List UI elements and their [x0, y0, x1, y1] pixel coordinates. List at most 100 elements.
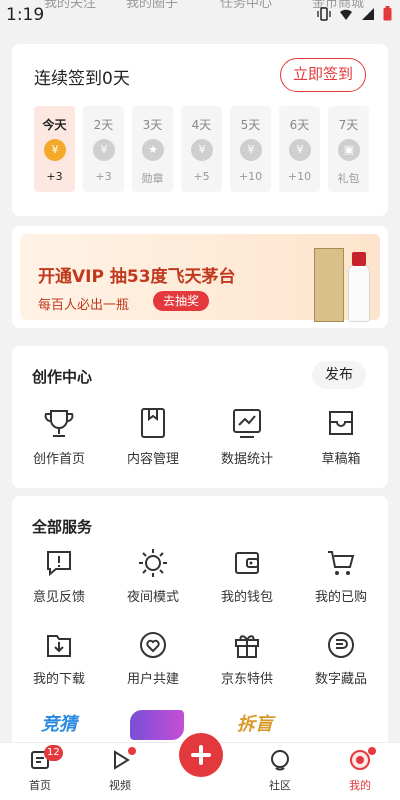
data-stats-item[interactable]: 数据统计	[200, 406, 294, 467]
tab-community[interactable]: 社区	[250, 749, 310, 793]
banner-cta-button[interactable]: 去抽奖	[153, 291, 210, 311]
day-label: 今天	[42, 118, 67, 132]
banner-title: 开通VIP 抽53度飞天茅台	[38, 267, 236, 287]
checkin-day-5[interactable]: 5天 ¥ +10	[230, 106, 271, 192]
downloads-item[interactable]: 我的下载	[12, 630, 106, 687]
day-reward: +10	[238, 170, 263, 183]
banner-background: 开通VIP 抽53度飞天茅台 每百人必出一瓶 去抽奖	[20, 234, 380, 322]
drafts-icon	[329, 411, 353, 435]
services-title: 全部服务	[32, 518, 93, 536]
wallet-icon	[235, 552, 259, 574]
top-tab-follow[interactable]: 我的关注	[44, 0, 96, 11]
publish-button[interactable]: 发布	[312, 361, 366, 389]
coin-icon: ¥	[240, 139, 262, 161]
tab-video[interactable]: 视频	[90, 747, 150, 793]
day-reward: 礼包	[337, 172, 360, 185]
chart-icon	[233, 409, 261, 438]
status-time: 1:19	[6, 5, 45, 25]
promo-car-image[interactable]	[130, 710, 184, 740]
jd-special-label: 京东特供	[220, 672, 273, 687]
day-label: 3天	[142, 118, 163, 132]
gift-box-icon	[235, 635, 259, 658]
checkin-day-2[interactable]: 2天 ¥ +3	[83, 106, 124, 192]
checkin-day-4[interactable]: 4天 ¥ +5	[181, 106, 222, 192]
promo-row: 竞猜 拆盲	[32, 710, 282, 740]
tab-me-label: 我的	[349, 779, 371, 792]
tab-home-label: 首页	[29, 779, 51, 792]
checkin-button[interactable]: 立即签到	[280, 58, 366, 92]
home-badge: 12	[44, 745, 63, 761]
collectibles-label: 数字藏品	[314, 672, 367, 687]
wallet-item[interactable]: 我的钱包	[200, 548, 294, 605]
feedback-icon	[47, 551, 71, 577]
top-tab-tasks[interactable]: 任务中心	[220, 0, 272, 11]
creator-center-card: 创作中心 发布 创作首页 内容管理 数据统计 草稿箱	[12, 346, 388, 488]
tab-community-label: 社区	[269, 779, 291, 792]
medal-icon: ★	[142, 139, 164, 161]
all-services-card: 全部服务 意见反馈 夜间模式 我的钱包 我的已购 我的下载 用户共建 京东特供 …	[12, 496, 388, 750]
download-icon	[47, 635, 71, 657]
collectibles-item[interactable]: 数字藏品	[294, 630, 388, 687]
tab-home[interactable]: 12 首页	[10, 745, 70, 793]
cart-icon	[328, 551, 355, 575]
night-mode-label: 夜间模式	[126, 590, 179, 605]
signal-icon	[362, 7, 374, 20]
data-stats-label: 数据统计	[220, 452, 273, 467]
checkin-days: 今天 ¥ +3 2天 ¥ +3 3天 ★ 勋章 4天 ¥ +5 5天 ¥ +10…	[34, 106, 369, 192]
banner-subtitle: 每百人必出一瓶	[38, 298, 130, 313]
community-icon	[271, 750, 289, 771]
creator-home-item[interactable]: 创作首页	[12, 406, 106, 467]
vip-banner[interactable]: 开通VIP 抽53度飞天茅台 每百人必出一瓶 去抽奖	[12, 226, 388, 328]
sun-icon	[139, 549, 167, 577]
day-reward: 勋章	[141, 172, 164, 185]
day-label: 6天	[289, 118, 310, 132]
checkin-title: 连续签到0天	[34, 69, 130, 89]
coin-icon: ¥	[44, 139, 66, 161]
bottom-tab-bar: 12 首页 视频 社区 我的	[0, 733, 400, 800]
coin-icon: ¥	[191, 139, 213, 161]
drafts-item[interactable]: 草稿箱	[294, 406, 388, 467]
bookmark-icon	[141, 408, 165, 438]
night-mode-item[interactable]: 夜间模式	[106, 548, 200, 605]
coin-icon: ¥	[289, 139, 311, 161]
day-reward: +3	[95, 170, 112, 183]
liquor-bottle-image	[348, 264, 370, 322]
day-reward: +10	[287, 170, 312, 183]
checkin-day-3[interactable]: 3天 ★ 勋章	[132, 106, 173, 192]
gift-icon: ▣	[338, 139, 360, 161]
checkin-day-6[interactable]: 6天 ¥ +10	[279, 106, 320, 192]
tab-me[interactable]: 我的	[330, 747, 390, 793]
battery-icon	[383, 6, 392, 21]
co-build-label: 用户共建	[126, 672, 179, 687]
jd-special-item[interactable]: 京东特供	[200, 630, 294, 687]
status-bar: 我的关注 我的圈子 任务中心 金币商城 1:19	[0, 0, 400, 32]
promo-quiz-logo[interactable]: 竞猜	[32, 710, 86, 740]
day-reward: +3	[46, 170, 63, 183]
promo-blindbox-logo[interactable]: 拆盲	[228, 710, 282, 740]
checkin-day-7[interactable]: 7天 ▣ 礼包	[328, 106, 369, 192]
vibrate-icon	[317, 6, 331, 21]
content-manage-item[interactable]: 内容管理	[106, 406, 200, 467]
feedback-item[interactable]: 意见反馈	[12, 548, 106, 605]
day-label: 4天	[191, 118, 212, 132]
status-icons	[317, 6, 392, 21]
co-build-item[interactable]: 用户共建	[106, 630, 200, 687]
create-plus-button[interactable]	[179, 733, 223, 777]
me-dot	[368, 747, 376, 755]
day-reward: +5	[193, 170, 210, 183]
top-tab-circle[interactable]: 我的圈子	[126, 0, 178, 11]
wallet-label: 我的钱包	[220, 590, 273, 605]
collectible-icon	[328, 632, 354, 658]
coin-icon: ¥	[93, 139, 115, 161]
checkin-day-1[interactable]: 今天 ¥ +3	[34, 106, 75, 192]
day-label: 2天	[93, 118, 114, 132]
drafts-label: 草稿箱	[321, 452, 361, 467]
bottle-cap-image	[352, 252, 366, 266]
day-label: 5天	[240, 118, 261, 132]
feedback-label: 意见反馈	[32, 590, 85, 605]
creator-home-label: 创作首页	[32, 452, 85, 467]
tab-video-label: 视频	[109, 779, 131, 792]
heart-icon	[140, 632, 166, 658]
downloads-label: 我的下载	[32, 672, 85, 687]
purchased-item[interactable]: 我的已购	[294, 548, 388, 605]
